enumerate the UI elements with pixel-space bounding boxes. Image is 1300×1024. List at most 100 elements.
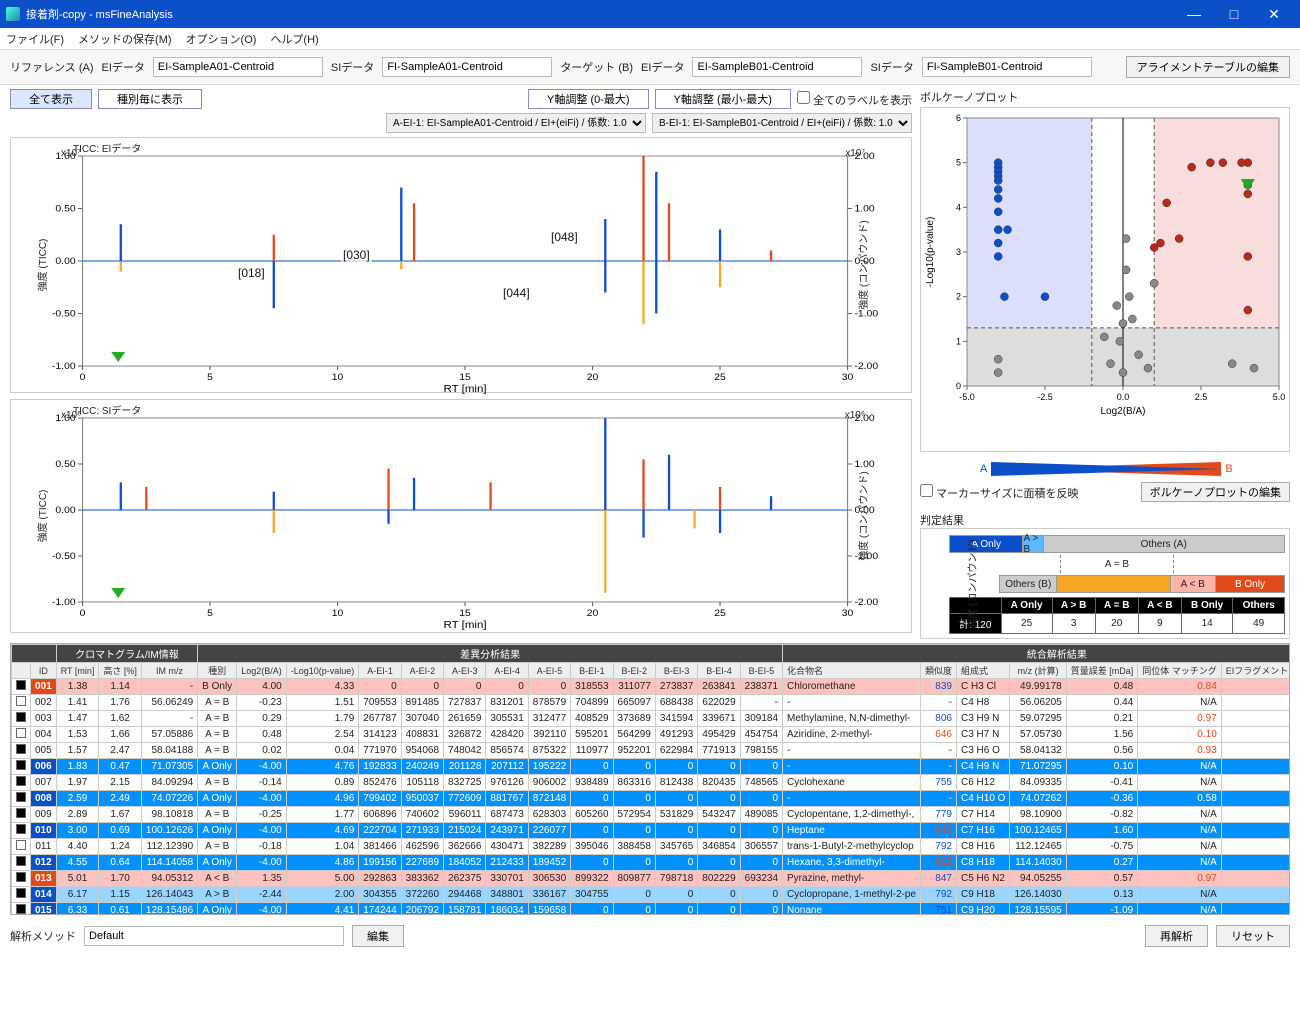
table-row[interactable]: 0156.330.61128.15486A Only-4.004.4117424… xyxy=(12,903,1291,916)
si-ylabel-right: 強度 (コンパウンド) xyxy=(855,471,870,560)
svg-text:5: 5 xyxy=(956,158,961,168)
marker-area-checkbox[interactable]: マーカーサイズに面積を反映 xyxy=(920,484,1079,501)
method-label: 解析メソッド xyxy=(10,928,76,944)
si-exp-right: x10⁶ xyxy=(845,410,865,421)
svg-text:-2.00: -2.00 xyxy=(854,362,878,372)
volcano-edit-button[interactable]: ボルケーノプロットの編集 xyxy=(1141,482,1290,502)
svg-text:-1.00: -1.00 xyxy=(854,309,878,319)
show-all-button[interactable]: 全て表示 xyxy=(10,89,92,109)
table-row[interactable]: 0103.000.69100.12626A Only-4.004.6922270… xyxy=(12,823,1291,839)
table-row[interactable]: 0092.891.6798.10818A = B-0.251.776068967… xyxy=(12,807,1291,823)
reanalyze-button[interactable]: 再解析 xyxy=(1145,925,1208,947)
si-b-input[interactable] xyxy=(922,57,1092,77)
yadjust-min-button[interactable]: Y軸調整 (最小-最大) xyxy=(655,89,791,109)
svg-text:0: 0 xyxy=(956,381,961,391)
volcano-title: ボルケーノプロット xyxy=(920,89,1290,105)
svg-text:10: 10 xyxy=(332,373,344,383)
titlebar: 接着剤-copy - msFineAnalysis — □ ✕ xyxy=(0,0,1300,28)
view-controls: 全て表示 種別毎に表示 Y軸調整 (0-最大) Y軸調整 (最小-最大) 全ての… xyxy=(10,89,912,109)
svg-text:0.00: 0.00 xyxy=(55,506,76,516)
judge-count-table: A OnlyA > BA = BA < BB OnlyOthers 計: 120… xyxy=(949,597,1285,634)
menubar: ファイル(F) メソッドの保存(M) オプション(O) ヘルプ(H) xyxy=(0,28,1300,50)
svg-text:25: 25 xyxy=(714,609,726,619)
menu-option[interactable]: オプション(O) xyxy=(186,31,257,47)
svg-text:-1.00: -1.00 xyxy=(52,598,76,608)
svg-text:10: 10 xyxy=(332,609,344,619)
alignment-edit-button[interactable]: アライメントテーブルの編集 xyxy=(1126,56,1290,78)
svg-text:20: 20 xyxy=(587,373,599,383)
series-b-select[interactable]: B-EI-1: EI-SampleB01-Centroid / EI+(eiFi… xyxy=(652,113,912,133)
svg-text:RT [min]: RT [min] xyxy=(443,620,486,630)
ei-a-input[interactable] xyxy=(153,57,323,77)
series-a-select[interactable]: A-EI-1: EI-SampleA01-Centroid / EI+(eiFi… xyxy=(386,113,646,133)
table-row[interactable]: 0021.411.7656.06249A = B-0.231.517095538… xyxy=(12,695,1291,711)
menu-file[interactable]: ファイル(F) xyxy=(6,31,64,47)
minimize-button[interactable]: — xyxy=(1174,0,1214,28)
ei-exp-right: x10⁷ xyxy=(845,148,865,159)
table-row[interactable]: 0041.531.6657.05886A = B0.482.5431412340… xyxy=(12,727,1291,743)
judge-ylabel: 強度 (コンパウンド) xyxy=(964,539,979,628)
svg-text:-0.50: -0.50 xyxy=(52,552,76,562)
svg-text:0: 0 xyxy=(80,609,86,619)
method-input[interactable] xyxy=(84,926,344,946)
si-label-b: SIデータ xyxy=(870,59,913,75)
svg-text:6: 6 xyxy=(956,113,961,123)
window-title: 接着剤-copy - msFineAnalysis xyxy=(26,6,173,22)
svg-text:Log2(B/A): Log2(B/A) xyxy=(1100,406,1145,417)
reset-button[interactable]: リセット xyxy=(1216,925,1290,947)
bottom-bar: 解析メソッド 編集 再解析 リセット xyxy=(0,919,1300,953)
table-row[interactable]: 0082.592.4974.07226A Only-4.004.96799402… xyxy=(12,791,1291,807)
table-row[interactable]: 0061.830.4771.07305A Only-4.004.76192833… xyxy=(12,759,1291,775)
si-ylabel-left: 強度 (TICC) xyxy=(34,490,49,543)
table-row[interactable]: 0124.550.64114.14058A Only-4.004.8619915… xyxy=(12,855,1291,871)
series-selectors: A-EI-1: EI-SampleA01-Centroid / EI+(eiFi… xyxy=(10,113,912,133)
svg-text:2: 2 xyxy=(956,292,961,302)
svg-text:4: 4 xyxy=(956,202,961,212)
svg-text:15: 15 xyxy=(459,609,471,619)
app-icon xyxy=(6,7,20,21)
svg-text:1.00: 1.00 xyxy=(854,204,875,214)
menu-help[interactable]: ヘルプ(H) xyxy=(270,31,318,47)
ei-exp-left: x10⁷ xyxy=(61,148,81,159)
maximize-button[interactable]: □ xyxy=(1214,0,1254,28)
target-b-label: ターゲット (B) xyxy=(560,59,633,75)
edit-button[interactable]: 編集 xyxy=(352,925,404,947)
ei-label-b: EIデータ xyxy=(641,59,684,75)
svg-text:0.0: 0.0 xyxy=(1117,392,1130,402)
results-table[interactable]: クロマトグラム/IM情報 差異分析結果 統合解析結果 ID RT [min]高さ… xyxy=(11,644,1290,915)
svg-text:-0.50: -0.50 xyxy=(52,309,76,319)
svg-text:RT [min]: RT [min] xyxy=(443,384,486,394)
svg-text:-Log10(p-value): -Log10(p-value) xyxy=(925,217,936,288)
reference-toolbar: リファレンス (A) EIデータ SIデータ ターゲット (B) EIデータ S… xyxy=(0,50,1300,85)
close-button[interactable]: ✕ xyxy=(1254,0,1294,28)
judge-bar-b: Others (B) A < B B Only xyxy=(999,575,1285,593)
svg-text:-1.00: -1.00 xyxy=(52,362,76,372)
show-by-type-button[interactable]: 種別毎に表示 xyxy=(98,89,202,109)
ann-030: [030] xyxy=(341,248,372,262)
svg-text:0.50: 0.50 xyxy=(55,204,76,214)
table-row[interactable]: 0051.572.4758.04188A = B0.020.0477197095… xyxy=(12,743,1291,759)
svg-text:30: 30 xyxy=(842,609,854,619)
table-row[interactable]: 0146.171.15126.14043A > B-2.442.00304355… xyxy=(12,887,1291,903)
svg-text:1: 1 xyxy=(956,336,961,346)
si-a-input[interactable] xyxy=(382,57,552,77)
svg-text:5.0: 5.0 xyxy=(1273,392,1286,402)
svg-text:5: 5 xyxy=(207,609,213,619)
ticc-ei-chart[interactable]: TICC: EIデータ 強度 (TICC) 強度 (コンパウンド) x10⁷ x… xyxy=(10,137,912,393)
table-row[interactable]: 0031.471.62-A = B0.291.79267787307040261… xyxy=(12,711,1291,727)
table-row[interactable]: 0071.972.1584.09294A = B-0.140.898524761… xyxy=(12,775,1291,791)
svg-text:2.5: 2.5 xyxy=(1195,392,1208,402)
svg-text:-2.00: -2.00 xyxy=(854,598,878,608)
yadjust-0-button[interactable]: Y軸調整 (0-最大) xyxy=(528,89,649,109)
table-row[interactable]: 0135.011.7094.05312A < B1.355.0029286338… xyxy=(12,871,1291,887)
show-all-labels-checkbox[interactable]: 全てのラベルを表示 xyxy=(797,91,912,108)
menu-method[interactable]: メソッドの保存(M) xyxy=(78,31,172,47)
ei-b-input[interactable] xyxy=(692,57,862,77)
results-table-wrap[interactable]: クロマトグラム/IM情報 差異分析結果 統合解析結果 ID RT [min]高さ… xyxy=(10,643,1290,915)
table-row[interactable]: 0114.401.24112.12390A = B-0.181.04381466… xyxy=(12,839,1291,855)
ticc-si-chart[interactable]: TICC: SIデータ 強度 (TICC) 強度 (コンパウンド) x10⁶ x… xyxy=(10,399,912,633)
judge-title: 判定結果 xyxy=(920,512,1290,528)
ann-018: [018] xyxy=(236,266,267,280)
table-row[interactable]: 0011.381.14-B Only4.004.3300000318553311… xyxy=(12,679,1291,695)
volcano-chart[interactable]: -5.0-2.50.02.55.00123456Log2(B/A)-Log10(… xyxy=(920,107,1290,452)
